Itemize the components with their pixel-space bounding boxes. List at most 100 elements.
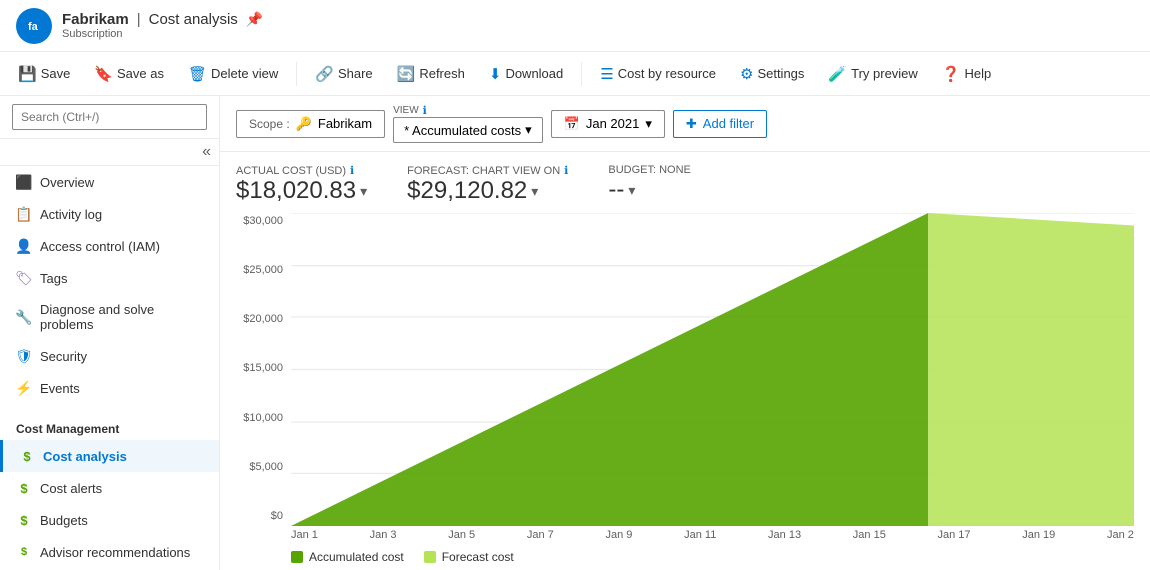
cost-summary: ACTUAL COST (USD) ℹ $18,020.83 ▾ FORECAS…: [220, 152, 1150, 213]
delete-icon: 🗑: [188, 65, 207, 83]
svg-text:fa: fa: [28, 21, 39, 33]
sidebar-item-label: Events: [40, 381, 80, 396]
forecast-value: $29,120.82: [407, 177, 527, 205]
view-value: * Accumulated costs: [404, 123, 521, 138]
sidebar-search-container: [0, 96, 219, 139]
app-logo: fa: [16, 8, 52, 44]
sidebar-item-label: Overview: [40, 175, 94, 190]
scope-label: Scope :: [249, 117, 290, 131]
activity-log-icon: 📋: [16, 206, 32, 222]
advisor-icon: $: [16, 544, 32, 560]
budgets-icon: $: [16, 512, 32, 528]
try-preview-button[interactable]: 🧪 Try preview: [818, 60, 927, 88]
sidebar-item-label: Cost alerts: [40, 481, 102, 496]
forecast-color-dot: [424, 551, 436, 563]
add-filter-button[interactable]: ✚ Add filter: [673, 110, 767, 138]
save-as-button[interactable]: 🔖 Save as: [84, 60, 174, 88]
security-icon: 🛡: [16, 348, 32, 364]
chart-svg: [291, 213, 1134, 526]
forecast-cost-item: FORECAST: CHART VIEW ON ℹ $29,120.82 ▾: [407, 164, 568, 205]
sidebar: « ⬛ Overview 📋 Activity log 👤 Access con…: [0, 96, 220, 570]
cost-management-label: Cost Management: [0, 412, 219, 440]
budget-caret: ▾: [628, 182, 635, 199]
content-area: Scope : 🔑 Fabrikam VIEW ℹ * Accumulated …: [220, 96, 1150, 570]
sidebar-item-security[interactable]: 🛡 Security: [0, 340, 219, 372]
calendar-icon: 📅: [564, 116, 580, 132]
save-as-icon: 🔖: [94, 65, 113, 83]
toolbar-separator: [296, 62, 297, 86]
sidebar-item-label: Diagnose and solve problems: [40, 302, 203, 332]
view-button[interactable]: * Accumulated costs ▾: [393, 117, 543, 143]
date-button[interactable]: 📅 Jan 2021 ▾: [551, 110, 665, 138]
sidebar-item-label: Cost analysis: [43, 449, 127, 464]
refresh-icon: 🔄: [397, 65, 416, 83]
sidebar-item-label: Security: [40, 349, 87, 364]
save-icon: 💾: [18, 65, 37, 83]
x-axis-labels: Jan 1 Jan 3 Jan 5 Jan 7 Jan 9 Jan 11 Jan…: [291, 526, 1134, 544]
sidebar-item-label: Access control (IAM): [40, 239, 160, 254]
events-icon: ⚡: [16, 380, 32, 396]
sidebar-item-cost-alerts[interactable]: $ Cost alerts: [0, 472, 219, 504]
cost-alerts-icon: $: [16, 480, 32, 496]
forecast-caret: ▾: [531, 183, 538, 200]
overview-icon: ⬛: [16, 174, 32, 190]
scope-button[interactable]: Scope : 🔑 Fabrikam: [236, 110, 385, 138]
view-label-text: VIEW: [393, 105, 419, 116]
preview-icon: 🧪: [828, 65, 847, 83]
view-info-icon: ℹ: [423, 104, 427, 117]
sidebar-item-budgets[interactable]: $ Budgets: [0, 504, 219, 536]
sidebar-item-advisor[interactable]: $ Advisor recommendations: [0, 536, 219, 568]
toolbar-separator-2: [581, 62, 582, 86]
settings-icon: ⚙: [740, 65, 753, 83]
collapse-icon[interactable]: «: [202, 143, 211, 161]
sidebar-item-label: Tags: [40, 271, 67, 286]
header-separator: |: [137, 11, 141, 28]
download-icon: ⬇: [489, 65, 502, 83]
legend-accumulated-label: Accumulated cost: [309, 550, 404, 564]
sidebar-item-activity-log[interactable]: 📋 Activity log: [0, 198, 219, 230]
tags-icon: 🏷: [16, 270, 32, 286]
budget-item: BUDGET: NONE -- ▾: [608, 164, 691, 205]
header-title: Fabrikam | Cost analysis 📌 Subscription: [62, 11, 263, 40]
chart-svg-container: [291, 213, 1134, 526]
pin-icon[interactable]: 📌: [246, 11, 263, 28]
diagnose-icon: 🔧: [16, 309, 32, 325]
budget-label: BUDGET: NONE: [608, 164, 691, 176]
view-chevron-icon: ▾: [525, 122, 532, 138]
chart-legend: Accumulated cost Forecast cost: [291, 544, 1134, 570]
content-toolbar: Scope : 🔑 Fabrikam VIEW ℹ * Accumulated …: [220, 96, 1150, 152]
actual-cost-label: ACTUAL COST (USD): [236, 165, 346, 177]
help-button[interactable]: ❓ Help: [932, 60, 1001, 88]
y-axis-labels: $30,000 $25,000 $20,000 $15,000 $10,000 …: [236, 213, 291, 526]
sidebar-item-cost-analysis[interactable]: $ Cost analysis: [0, 440, 219, 472]
header-subtitle: Subscription: [62, 28, 263, 40]
refresh-button[interactable]: 🔄 Refresh: [387, 60, 475, 88]
header: fa Fabrikam | Cost analysis 📌 Subscripti…: [0, 0, 1150, 52]
settings-button[interactable]: ⚙ Settings: [730, 60, 814, 88]
date-chevron-icon: ▾: [645, 116, 652, 132]
share-button[interactable]: 🔗 Share: [305, 60, 382, 88]
chart-container: $30,000 $25,000 $20,000 $15,000 $10,000 …: [220, 213, 1150, 570]
sidebar-item-tags[interactable]: 🏷 Tags: [0, 262, 219, 294]
cost-by-resource-button[interactable]: ☰ Cost by resource: [590, 60, 726, 88]
forecast-label: FORECAST: CHART VIEW ON: [407, 165, 560, 177]
scope-value: Fabrikam: [318, 116, 372, 131]
sidebar-item-label: Budgets: [40, 513, 88, 528]
delete-view-button[interactable]: 🗑 Delete view: [178, 60, 288, 88]
sidebar-item-access-control[interactable]: 👤 Access control (IAM): [0, 230, 219, 262]
search-input[interactable]: [12, 104, 207, 130]
actual-cost-value: $18,020.83: [236, 177, 356, 205]
share-icon: 🔗: [315, 65, 334, 83]
header-page: Cost analysis: [149, 11, 238, 28]
actual-cost-item: ACTUAL COST (USD) ℹ $18,020.83 ▾: [236, 164, 367, 205]
add-filter-icon: ✚: [686, 116, 697, 132]
legend-forecast-label: Forecast cost: [442, 550, 514, 564]
list-icon: ☰: [600, 65, 613, 83]
view-section: VIEW ℹ * Accumulated costs ▾: [393, 104, 543, 143]
save-button[interactable]: 💾 Save: [8, 60, 80, 88]
sidebar-item-overview[interactable]: ⬛ Overview: [0, 166, 219, 198]
forecast-info-icon: ℹ: [564, 164, 568, 177]
download-button[interactable]: ⬇ Download: [479, 60, 573, 88]
sidebar-item-diagnose[interactable]: 🔧 Diagnose and solve problems: [0, 294, 219, 340]
sidebar-item-events[interactable]: ⚡ Events: [0, 372, 219, 404]
